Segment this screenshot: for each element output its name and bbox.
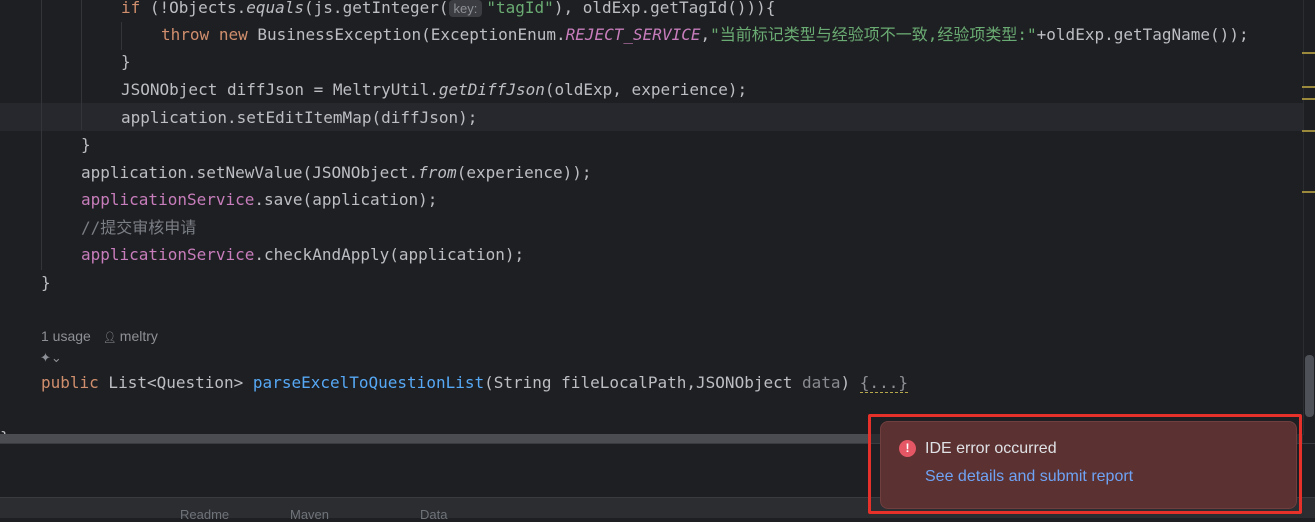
code-line[interactable]: JSONObject diffJson = MeltryUtil.getDiff… bbox=[121, 76, 747, 103]
ai-assistant-icon[interactable]: ✦⌄ bbox=[40, 350, 62, 366]
keyword: public bbox=[41, 373, 99, 392]
code-text: (!Objects. bbox=[140, 0, 247, 17]
parameter-name: data bbox=[802, 373, 841, 392]
code-text: (experience)); bbox=[456, 163, 592, 182]
tool-tab-data[interactable]: Data bbox=[420, 507, 447, 522]
method-name: parseExcelToQuestionList bbox=[252, 373, 485, 392]
code-line[interactable]: } bbox=[121, 48, 131, 75]
folded-region[interactable]: {...} bbox=[859, 373, 908, 393]
error-stripe-mark[interactable] bbox=[1302, 191, 1315, 193]
keyword: new bbox=[218, 25, 248, 44]
method-call: from bbox=[418, 163, 457, 182]
field-ref: applicationService bbox=[81, 245, 255, 264]
code-text: (js.getInteger( bbox=[304, 0, 449, 17]
code-text: ) bbox=[840, 373, 860, 392]
code-text: ), oldExp.getTagId())){ bbox=[553, 0, 776, 17]
code-line[interactable]: } bbox=[41, 269, 51, 296]
keyword: if bbox=[121, 0, 141, 17]
code-vision-lens[interactable]: 1 usage 👤︎ meltry bbox=[41, 328, 158, 344]
code-line[interactable]: throw new BusinessException(ExceptionEnu… bbox=[161, 21, 1249, 48]
indent-guide bbox=[81, 0, 82, 130]
code-text: +oldExp.getTagName()); bbox=[1036, 25, 1249, 44]
enum-constant: REJECT_SERVICE bbox=[565, 25, 701, 44]
code-line[interactable]: applicationService.save(application); bbox=[81, 186, 437, 213]
error-stripe-mark[interactable] bbox=[1302, 86, 1315, 88]
error-stripe-mark[interactable] bbox=[1302, 130, 1315, 132]
scrollbar-thumb[interactable] bbox=[1305, 355, 1314, 417]
parameter-hint: key: bbox=[448, 0, 483, 17]
notification-title: IDE error occurred bbox=[925, 440, 1057, 457]
code-editor[interactable]: if (!Objects.equals(js.getInteger(key: "t… bbox=[0, 0, 1303, 435]
code-text: , bbox=[700, 25, 711, 44]
code-text: List<Question> bbox=[98, 373, 253, 392]
code-text: (oldExp, experience); bbox=[544, 80, 748, 99]
usages-link[interactable]: 1 usage bbox=[41, 328, 91, 344]
code-line[interactable]: application.setNewValue(JSONObject.from(… bbox=[81, 159, 592, 186]
code-text: .save(application); bbox=[254, 190, 438, 209]
method-call: getDiffJson bbox=[438, 80, 545, 99]
user-icon: 👤︎ bbox=[102, 332, 117, 344]
error-stripe-mark[interactable] bbox=[1302, 52, 1315, 54]
code-line[interactable]: } bbox=[81, 131, 91, 158]
string-literal: "当前标记类型与经验项不一致,经验项类型:" bbox=[710, 25, 1037, 44]
string-literal: "tagId" bbox=[486, 0, 554, 17]
tool-tab-maven[interactable]: Maven bbox=[290, 507, 329, 522]
code-line[interactable]: if (!Objects.equals(js.getInteger(key: "t… bbox=[121, 0, 775, 21]
method-call: equals bbox=[246, 0, 305, 17]
indent-guide bbox=[41, 0, 42, 270]
horizontal-scrollbar-thumb[interactable] bbox=[0, 434, 870, 443]
indent-guide bbox=[121, 22, 122, 50]
error-icon: ! bbox=[899, 440, 916, 457]
error-notification[interactable]: ! IDE error occurred See details and sub… bbox=[880, 421, 1297, 509]
author-name: meltry bbox=[119, 328, 158, 344]
method-signature-line[interactable]: public List<Question> parseExcelToQuesti… bbox=[41, 369, 908, 396]
code-text: (String fileLocalPath,JSONObject bbox=[484, 373, 802, 392]
submit-report-link[interactable]: See details and submit report bbox=[925, 468, 1133, 486]
code-text: .checkAndApply(application); bbox=[254, 245, 525, 264]
author-info[interactable]: 👤︎ meltry bbox=[103, 328, 158, 344]
code-text: BusinessException(ExceptionEnum. bbox=[247, 25, 566, 44]
keyword: throw bbox=[161, 25, 210, 44]
code-text: application.setNewValue(JSONObject. bbox=[81, 163, 419, 182]
code-line-current[interactable]: application.setEditItemMap(diffJson); bbox=[121, 104, 477, 131]
code-comment[interactable]: //提交审核申请 bbox=[81, 214, 196, 241]
code-text: JSONObject diffJson = MeltryUtil. bbox=[121, 80, 439, 99]
code-line[interactable]: applicationService.checkAndApply(applica… bbox=[81, 241, 524, 268]
error-stripe-mark[interactable] bbox=[1302, 98, 1315, 100]
field-ref: applicationService bbox=[81, 190, 255, 209]
tool-tab-readme[interactable]: Readme bbox=[180, 507, 229, 522]
